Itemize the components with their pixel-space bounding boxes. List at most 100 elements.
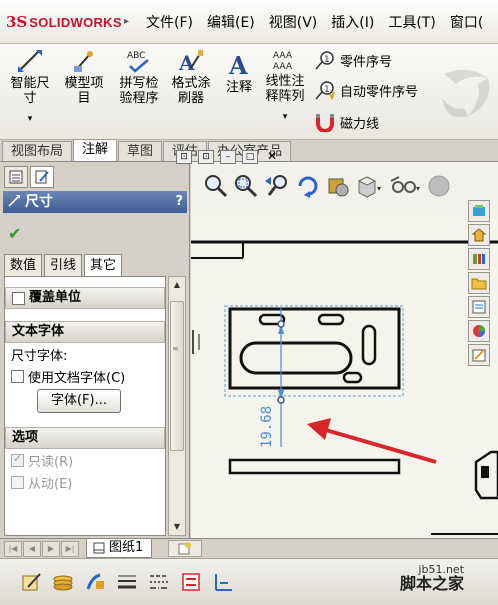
- help-icon[interactable]: ?: [175, 191, 183, 213]
- dimension-value-text[interactable]: 19.68: [259, 406, 275, 448]
- previous-sheet-icon[interactable]: ◀: [23, 541, 41, 557]
- solidworks-resources-icon[interactable]: [468, 200, 490, 222]
- balloon-icon: 1: [315, 51, 334, 70]
- line-style-icon[interactable]: [146, 569, 172, 595]
- maximize-icon[interactable]: □: [242, 150, 258, 164]
- driven-row[interactable]: 从动(E): [5, 471, 165, 493]
- zoom-to-area-icon[interactable]: [233, 173, 259, 199]
- next-sheet-icon[interactable]: ▶: [42, 541, 60, 557]
- note-label: 注释: [225, 80, 252, 95]
- drawing-canvas[interactable]: 19.68: [191, 162, 498, 538]
- note-tool-icon[interactable]: [18, 569, 44, 595]
- menu-bar: 3S SOLIDWORKS ▸ 文件(F) 编辑(E) 视图(V) 插入(I) …: [0, 0, 498, 44]
- panel-title: 尺寸: [25, 194, 53, 210]
- line-format-painter-icon[interactable]: [82, 569, 108, 595]
- feature-manager-tab[interactable]: [4, 166, 28, 188]
- panel-scrollbar[interactable]: ▲ ≡ ▼: [168, 276, 186, 536]
- menu-view[interactable]: 视图(V): [269, 12, 326, 32]
- tab-sketch[interactable]: 草图: [118, 141, 163, 161]
- dimension-font-label: 尺寸字体:: [11, 348, 68, 364]
- logo-flyout-arrow-icon[interactable]: ▸: [124, 16, 129, 27]
- tab-value[interactable]: 数值: [4, 254, 43, 276]
- smart-dimension-dropdown-icon[interactable]: ▾: [4, 112, 56, 127]
- previous-view-icon[interactable]: [263, 173, 291, 199]
- use-document-font-checkbox[interactable]: [11, 369, 24, 383]
- text-font-header: 文本字体: [12, 324, 65, 339]
- tab-other[interactable]: 其它: [84, 254, 123, 276]
- smart-dimension-button[interactable]: 智能尺 寸 ▾: [4, 48, 56, 127]
- linear-note-pattern-button[interactable]: AAA AAA 线性注 释阵列 ▾: [260, 48, 310, 125]
- scroll-up-icon[interactable]: ▲: [169, 277, 185, 293]
- close-icon[interactable]: ✕: [264, 150, 280, 164]
- read-only-checkbox[interactable]: [11, 452, 24, 467]
- spell-checker-icon: ABC: [127, 51, 149, 73]
- align-icon[interactable]: [178, 569, 204, 595]
- spell-icon-text: ABC: [127, 51, 145, 61]
- model-items-label-1: 模型项: [64, 76, 104, 91]
- smart-dimension-label-2: 寸: [23, 91, 37, 106]
- spell-checker-button[interactable]: ABC 拼写检 验程序: [114, 48, 164, 106]
- override-units-group[interactable]: 覆盖单位: [5, 287, 165, 309]
- 3ds-watermark-icon: [442, 69, 490, 118]
- tab-leaders[interactable]: 引线: [44, 254, 83, 276]
- sheet-icon: [93, 542, 105, 554]
- line-thickness-icon[interactable]: [114, 569, 140, 595]
- ok-checkmark-icon[interactable]: ✔: [8, 224, 21, 243]
- options-header: 选项: [12, 430, 39, 445]
- last-sheet-icon[interactable]: ▶|: [61, 541, 79, 557]
- feature-tree-icon: [9, 170, 23, 184]
- appearance-icon[interactable]: [427, 173, 451, 199]
- linear-note-dropdown-icon[interactable]: ▾: [260, 110, 310, 125]
- text-font-group-header[interactable]: 文本字体: [5, 321, 165, 343]
- layer-tool-icon[interactable]: [50, 569, 76, 595]
- options-group-header[interactable]: 选项: [5, 427, 165, 449]
- model-items-button[interactable]: 模型项 目: [58, 48, 110, 106]
- first-sheet-icon[interactable]: |◀: [4, 541, 22, 557]
- svg-text:▾: ▾: [377, 184, 381, 193]
- magnet-icon: [316, 114, 334, 132]
- balloon-button[interactable]: 1 零件序号: [314, 50, 392, 70]
- property-manager-tab[interactable]: [30, 166, 54, 188]
- use-document-font-row[interactable]: 使用文档字体(C): [5, 365, 165, 387]
- section-view-icon[interactable]: [325, 173, 351, 199]
- design-library-icon[interactable]: [468, 224, 490, 246]
- solidworks-logo[interactable]: 3S SOLIDWORKS: [6, 9, 132, 35]
- view-palette-icon[interactable]: [468, 296, 490, 318]
- magnetic-line-button[interactable]: 磁力线: [314, 112, 379, 132]
- svg-text:A: A: [178, 51, 195, 74]
- scroll-down-icon[interactable]: ▼: [169, 519, 185, 535]
- menu-tools[interactable]: 工具(T): [388, 12, 443, 32]
- format-painter-button[interactable]: A 格式涂 刷器: [166, 48, 216, 106]
- custom-properties-icon[interactable]: [468, 344, 490, 366]
- format-painter-icon: A: [178, 50, 203, 74]
- tab-annotation[interactable]: 注解: [73, 139, 118, 161]
- read-only-label: 只读(R): [28, 454, 74, 470]
- baseline-align-icon[interactable]: [210, 569, 236, 595]
- font-button[interactable]: 字体(F)...: [37, 389, 121, 413]
- driven-checkbox[interactable]: [11, 475, 24, 489]
- read-only-row[interactable]: 只读(R): [5, 449, 165, 471]
- display-style-icon[interactable]: ▾: [355, 173, 385, 199]
- menu-insert[interactable]: 插入(I): [331, 12, 382, 32]
- sheet-tab[interactable]: 图纸1: [86, 539, 153, 558]
- appearances-scenes-icon[interactable]: [468, 320, 490, 342]
- note-button[interactable]: A 注释: [220, 52, 258, 95]
- add-sheet-button[interactable]: [168, 540, 202, 557]
- file-explorer-icon[interactable]: [468, 248, 490, 270]
- scroll-thumb[interactable]: [170, 301, 184, 451]
- zoom-to-fit-icon[interactable]: [203, 173, 229, 199]
- hide-show-items-icon[interactable]: ▾: [389, 173, 423, 199]
- restore-sheet-icon[interactable]: ⊡: [176, 150, 192, 164]
- svg-text:AAA: AAA: [273, 62, 293, 72]
- override-units-checkbox[interactable]: [12, 291, 25, 305]
- rotate-view-icon[interactable]: [295, 173, 321, 199]
- tile-icon[interactable]: ⊡: [198, 150, 214, 164]
- minimize-icon[interactable]: –: [220, 150, 236, 164]
- auto-balloon-button[interactable]: 1 自动零件序号: [314, 80, 418, 100]
- menu-edit[interactable]: 编辑(E): [207, 12, 263, 32]
- menu-window[interactable]: 窗口(: [450, 12, 491, 32]
- folder-icon[interactable]: [468, 272, 490, 294]
- task-pane: [468, 200, 492, 370]
- tab-view-layout[interactable]: 视图布局: [2, 141, 73, 161]
- menu-file[interactable]: 文件(F): [146, 12, 201, 32]
